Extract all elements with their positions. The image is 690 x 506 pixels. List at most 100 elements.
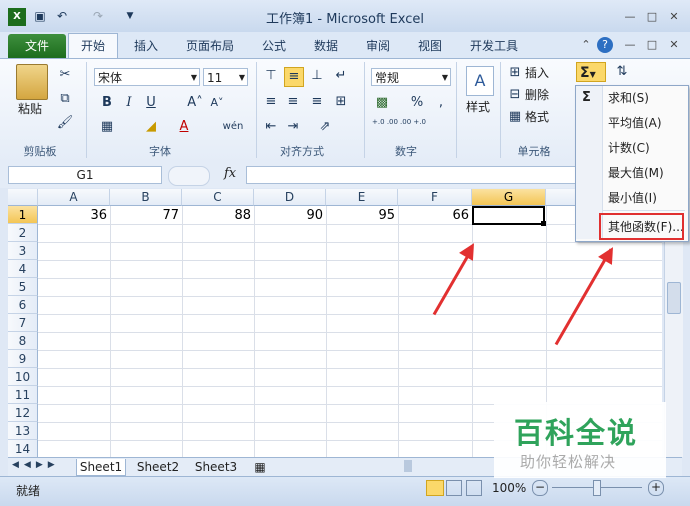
ribbon-minimize-icon[interactable]: ⌃ [578, 38, 594, 52]
zoom-slider-thumb[interactable] [593, 480, 601, 496]
zoom-level[interactable]: 100% [492, 481, 526, 495]
doc-minimize-icon[interactable]: — [622, 38, 638, 52]
row-header[interactable]: 12 [8, 404, 38, 422]
currency-icon[interactable]: ▩ [373, 94, 391, 112]
formula-cancel-icon[interactable] [168, 166, 210, 186]
tab-split-handle[interactable] [404, 460, 412, 472]
row-header[interactable]: 10 [8, 368, 38, 386]
format-cells-icon[interactable]: ▦ [506, 108, 524, 126]
styles-button[interactable]: 样式 [466, 98, 490, 116]
align-left-icon[interactable]: ≡ [262, 93, 280, 111]
menu-item-count[interactable]: 计数(C) [608, 139, 650, 157]
menu-item-average[interactable]: 平均值(A) [608, 114, 662, 132]
percent-button[interactable]: % [408, 94, 426, 112]
sheet-tab[interactable]: Sheet2 [134, 459, 182, 475]
select-all-corner[interactable] [8, 189, 38, 206]
delete-cells-icon[interactable]: ⊟ [506, 86, 524, 104]
merge-center-icon[interactable]: ⊞ [332, 93, 350, 111]
borders-icon[interactable]: ▦ [98, 118, 116, 136]
tab-developer[interactable]: 开发工具 [462, 36, 526, 56]
wrap-text-icon[interactable]: ↵ [332, 67, 350, 85]
sheet-nav-icon[interactable]: ◀◀▶▶ [12, 460, 60, 470]
tab-review[interactable]: 审阅 [358, 36, 398, 56]
delete-cells-button[interactable]: 删除 [525, 86, 549, 104]
row-header[interactable]: 8 [8, 332, 38, 350]
menu-item-max[interactable]: 最大值(M) [608, 164, 664, 182]
restore-icon[interactable]: □ [644, 10, 660, 24]
doc-close-icon[interactable]: ✕ [666, 38, 682, 52]
insert-sheet-icon[interactable]: ▦ [250, 459, 270, 475]
row-header[interactable]: 6 [8, 296, 38, 314]
format-painter-icon[interactable]: 🖌 [56, 114, 74, 132]
column-header[interactable]: F [398, 189, 472, 206]
font-name-select[interactable]: 宋体 ▼ [94, 68, 200, 86]
sheet-tab-active[interactable]: Sheet1 [76, 459, 126, 476]
autosum-button[interactable]: Σ▼ [576, 62, 606, 82]
row-header[interactable]: 9 [8, 350, 38, 368]
cell-a1[interactable]: 36 [38, 207, 110, 224]
page-break-view-icon[interactable] [466, 480, 482, 496]
comma-button[interactable]: , [432, 94, 450, 112]
styles-icon[interactable]: A [466, 66, 494, 96]
number-format-select[interactable]: 常规 ▼ [371, 68, 451, 86]
row-header[interactable]: 11 [8, 386, 38, 404]
row-header[interactable]: 13 [8, 422, 38, 440]
zoom-out-icon[interactable]: − [532, 480, 548, 496]
cut-icon[interactable]: ✂ [56, 66, 74, 84]
tab-home[interactable]: 开始 [68, 33, 118, 60]
copy-icon[interactable]: ⧉ [56, 90, 74, 108]
menu-item-sum[interactable]: 求和(S) [608, 89, 649, 107]
sort-filter-icon[interactable]: ⇅ [610, 63, 634, 81]
bold-button[interactable]: B [98, 94, 116, 112]
column-header[interactable]: C [182, 189, 254, 206]
increase-indent-icon[interactable]: ⇥ [284, 118, 302, 136]
tab-insert[interactable]: 插入 [126, 36, 166, 56]
insert-cells-icon[interactable]: ⊞ [506, 64, 524, 82]
insert-function-icon[interactable]: fx [224, 166, 236, 181]
tab-page-layout[interactable]: 页面布局 [178, 36, 242, 56]
paste-icon[interactable] [16, 64, 48, 100]
tab-formulas[interactable]: 公式 [254, 36, 294, 56]
cell-b1[interactable]: 77 [110, 207, 182, 224]
orientation-icon[interactable]: ⇗ [316, 118, 334, 136]
zoom-in-icon[interactable]: + [648, 480, 664, 496]
page-layout-view-icon[interactable] [446, 480, 462, 496]
name-box[interactable]: G1 [8, 166, 162, 184]
column-header[interactable]: E [326, 189, 398, 206]
tab-view[interactable]: 视图 [410, 36, 450, 56]
align-bottom-icon[interactable]: ⊥ [308, 67, 326, 85]
increase-decimal-icon[interactable]: +.0 .00 [372, 118, 398, 136]
sheet-tab[interactable]: Sheet3 [192, 459, 240, 475]
align-right-icon[interactable]: ≡ [308, 93, 326, 111]
row-header[interactable]: 7 [8, 314, 38, 332]
decrease-decimal-icon[interactable]: .00 +.0 [400, 118, 426, 136]
align-center-icon[interactable]: ≡ [284, 93, 302, 111]
paste-button[interactable]: 粘贴 [18, 100, 42, 118]
column-header[interactable]: A [38, 189, 110, 206]
italic-button[interactable]: I [120, 94, 138, 112]
phonetic-guide-icon[interactable]: wén [218, 118, 248, 136]
row-header[interactable]: 5 [8, 278, 38, 296]
cell-e1[interactable]: 95 [326, 207, 398, 224]
tab-data[interactable]: 数据 [306, 36, 346, 56]
scroll-thumb[interactable] [667, 282, 681, 314]
row-header[interactable]: 2 [8, 224, 38, 242]
fill-color-icon[interactable]: ◢ [142, 118, 160, 136]
normal-view-icon[interactable] [426, 480, 444, 496]
align-middle-icon[interactable]: ≡ [284, 67, 304, 87]
insert-cells-button[interactable]: 插入 [525, 64, 549, 82]
help-icon[interactable]: ? [597, 37, 613, 53]
fill-handle[interactable] [541, 221, 546, 226]
cell-f1[interactable]: 66 [398, 207, 472, 224]
tab-file[interactable]: 文件 [8, 34, 66, 58]
format-cells-button[interactable]: 格式 [525, 108, 549, 126]
font-size-select[interactable]: 11 ▼ [203, 68, 248, 86]
menu-item-min[interactable]: 最小值(I) [608, 189, 657, 207]
doc-restore-icon[interactable]: □ [644, 38, 660, 52]
row-header[interactable]: 4 [8, 260, 38, 278]
row-header[interactable]: 14 [8, 440, 38, 457]
column-header[interactable]: B [110, 189, 182, 206]
cell-c1[interactable]: 88 [182, 207, 254, 224]
row-header-selected[interactable]: 1 [8, 206, 38, 224]
align-top-icon[interactable]: ⊤ [262, 67, 280, 85]
